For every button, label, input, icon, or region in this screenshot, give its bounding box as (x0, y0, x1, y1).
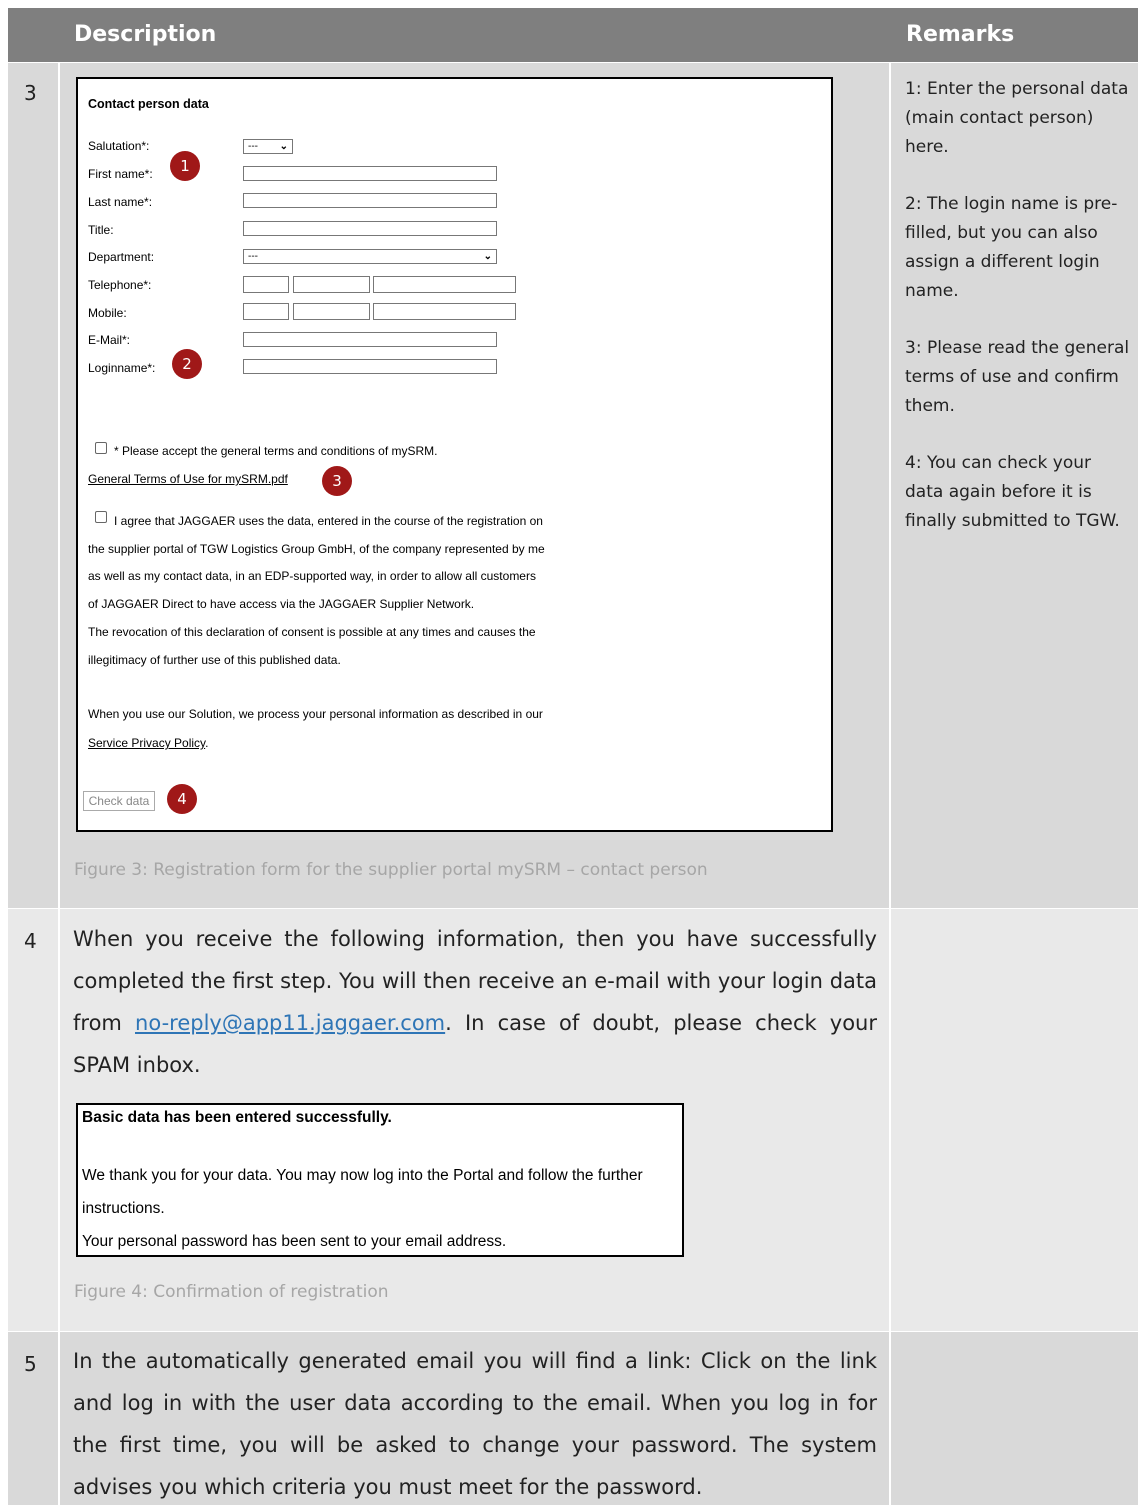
telephone-area-field[interactable] (293, 276, 370, 293)
remark-1: 1: Enter the personal data (main contact… (905, 79, 1129, 157)
terms-link[interactable]: General Terms of Use for mySRM.pdf (88, 472, 288, 486)
confirmation-line: We thank you for your data. You may now … (82, 1167, 643, 1184)
registration-form: Contact person data Salutation*: --- ⌄ Fi… (76, 77, 833, 832)
consent-line: illegitimacy of further use of this publ… (88, 653, 341, 667)
first-name-field[interactable] (243, 166, 497, 181)
consent-line: the supplier portal of TGW Logistics Gro… (88, 542, 545, 556)
check-data-button[interactable]: Check data (83, 791, 155, 811)
email-label: E-Mail*: (88, 333, 131, 347)
remark-2: 2: The login name is pre-filled, but you… (905, 194, 1118, 301)
consent-line: of JAGGAER Direct to have access via the… (88, 597, 475, 611)
title-field[interactable] (243, 221, 497, 236)
email-link[interactable]: no-reply@app11.jaggaer.com (135, 1011, 445, 1035)
remark-4: 4: You can check your data again before … (905, 453, 1120, 531)
chevron-down-icon: ⌄ (279, 141, 288, 152)
title-label: Title: (88, 223, 114, 237)
consent-line: as well as my contact data, in an EDP-su… (88, 569, 536, 583)
department-select[interactable]: --- ⌄ (243, 249, 497, 264)
consent-checkbox[interactable] (95, 511, 107, 523)
telephone-number-field[interactable] (373, 276, 516, 293)
table-header: Description Remarks (8, 8, 1138, 62)
consent-line: I agree that JAGGAER uses the data, ente… (114, 514, 543, 528)
mobile-number-field[interactable] (373, 303, 516, 320)
confirmation-line: Your personal password has been sent to … (82, 1233, 507, 1250)
terms-checkbox[interactable] (95, 442, 107, 454)
mobile-country-field[interactable] (243, 303, 289, 320)
confirmation-title: Basic data has been entered successfully… (82, 1109, 392, 1126)
row-number: 4 (24, 929, 37, 953)
row-number: 5 (24, 1352, 37, 1376)
step-4-text: When you receive the following informati… (73, 927, 878, 1077)
badge-1: 1 (170, 151, 200, 181)
badge-3: 3 (322, 466, 352, 496)
confirmation-box: Basic data has been entered successfully… (76, 1103, 684, 1257)
last-name-label: Last name*: (88, 195, 153, 209)
row-number: 3 (24, 81, 37, 105)
telephone-label: Telephone*: (88, 278, 152, 292)
confirmation-line: instructions. (82, 1200, 165, 1217)
header-description: Description (74, 22, 217, 47)
header-remarks: Remarks (906, 22, 1015, 47)
salutation-select[interactable]: --- ⌄ (243, 139, 293, 154)
telephone-country-field[interactable] (243, 276, 289, 293)
terms-text: * Please accept the general terms and co… (114, 444, 438, 458)
mobile-label: Mobile: (88, 306, 127, 320)
remark-3: 3: Please read the general terms of use … (905, 338, 1130, 416)
consent-line: The revocation of this declaration of co… (88, 625, 536, 639)
last-name-field[interactable] (243, 193, 497, 208)
figure-caption: Figure 3: Registration form for the supp… (74, 860, 708, 880)
badge-4: 4 (167, 784, 197, 814)
chevron-down-icon: ⌄ (483, 251, 492, 262)
salutation-label: Salutation*: (88, 139, 150, 153)
privacy-policy-link[interactable]: Service Privacy Policy (88, 736, 205, 750)
badge-2: 2 (172, 349, 202, 379)
form-title: Contact person data (88, 97, 209, 111)
mobile-area-field[interactable] (293, 303, 370, 320)
department-label: Department: (88, 250, 155, 264)
figure-caption: Figure 4: Confirmation of registration (74, 1282, 389, 1302)
privacy-text: When you use our Solution, we process yo… (88, 707, 543, 721)
email-field[interactable] (243, 332, 497, 347)
first-name-label: First name*: (88, 167, 153, 181)
loginname-label: Loginname*: (88, 361, 156, 375)
loginname-field[interactable] (243, 359, 497, 374)
step-5-text: In the automatically generated email you… (73, 1349, 877, 1499)
remarks-cell: 1: Enter the personal data (main contact… (891, 63, 1138, 908)
